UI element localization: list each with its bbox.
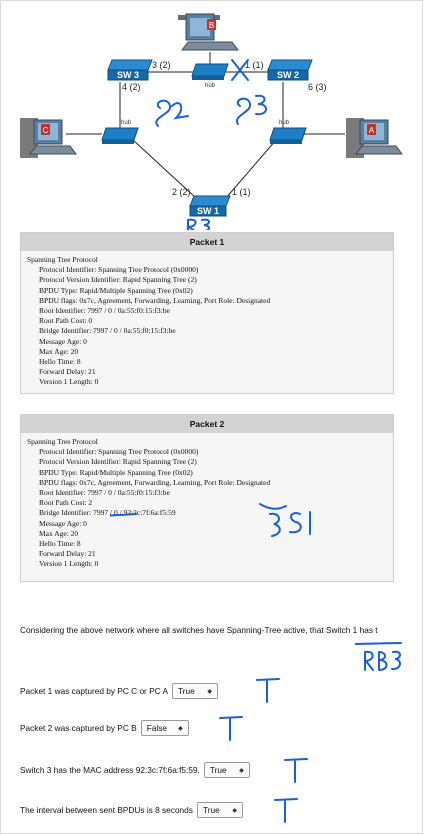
packet-field: Protocol Identifier: Spanning Tree Proto… (39, 265, 199, 275)
select-caret-icon: ◆ (178, 725, 183, 732)
switch-2-icon[interactable]: SW 2 (267, 59, 313, 81)
packet-field: Protocol Identifier: Spanning Tree Proto… (39, 447, 199, 457)
packet-field: Root Identifier: 7997 / 0 / 0a:55:f0:15:… (39, 306, 170, 316)
handwritten-s1-s (289, 512, 302, 534)
question-2-text: Packet 2 was captured by PC B (20, 723, 137, 733)
handwritten-r (364, 650, 374, 671)
packet-field: Max Age: 20 (39, 346, 79, 356)
packet-1-panel: Packet 1 Spanning Tree Protocol Protocol… (20, 232, 394, 394)
question-1-select[interactable]: True ◆ (172, 683, 219, 699)
question-3-value: True (209, 765, 227, 775)
pc-b-label: B (209, 21, 214, 30)
top-hub-icon[interactable]: hub (191, 63, 229, 89)
question-2-mark (219, 716, 243, 741)
packet-1-body: Spanning Tree Protocol Protocol Identifi… (21, 251, 393, 392)
brace-mark (269, 512, 281, 537)
packet-1-header: Packet 1 (21, 233, 393, 251)
sw3-port-down-label: 4 (2) (122, 82, 141, 92)
rb3-overline (355, 642, 402, 645)
question-4-text: The interval between sent BPDUs is 8 sec… (20, 805, 193, 815)
question-4-mark (274, 798, 298, 823)
packet-field: BPDU Type: Rapid/Multiple Spanning Tree … (39, 467, 193, 477)
question-2-select[interactable]: False ◆ (140, 720, 189, 736)
pc-a-label: A (369, 126, 375, 135)
packet-field: Version 1 Length: 0 (39, 377, 99, 387)
handwritten-s3-s (235, 97, 252, 125)
packet-field: Root Path Cost: 0 (39, 316, 93, 326)
right-hub-icon[interactable]: hub (269, 120, 307, 144)
packet-field: Forward Delay: 21 (39, 549, 96, 559)
question-1-mark (256, 678, 280, 703)
select-caret-icon: ◆ (239, 767, 244, 774)
handwritten-s3-3 (255, 94, 267, 116)
root-id-underline (259, 503, 287, 510)
handwritten-3 (391, 650, 401, 671)
handwritten-s2-2 (171, 102, 189, 120)
question-1: Packet 1 was captured by PC C or PC A Tr… (20, 683, 219, 699)
handwritten-s2-s (155, 99, 172, 127)
sw2-port-down-label: 6 (3) (308, 82, 327, 92)
packet-field: Hello Time: 8 (39, 539, 81, 549)
packet-1-title: Spanning Tree Protocol (27, 255, 98, 264)
sw1-port-left-label: 2 (2) (172, 187, 191, 197)
left-hub-label: hub (121, 120, 132, 126)
pc-c-icon[interactable]: C (20, 118, 77, 158)
question-3-text: Switch 3 has the MAC address 92:3c:7f:6a… (20, 765, 200, 775)
packet-field: Protocol Version Identifier: Rapid Spann… (39, 457, 197, 467)
handwritten-b (378, 651, 388, 671)
question-3-select[interactable]: True ◆ (203, 762, 250, 778)
packet-field: BPDU flags: 0x7c, Agreement, Forwarding,… (39, 295, 271, 305)
packet-field: Version 1 Length: 0 (39, 559, 99, 569)
packet-field: Protocol Version Identifier: Rapid Spann… (39, 275, 197, 285)
handwritten-r3-3 (201, 218, 210, 230)
packet-field: Forward Delay: 21 (39, 367, 96, 377)
right-hub-label: hub (279, 120, 290, 126)
switch-2-label: SW 2 (277, 70, 299, 80)
left-hub-icon[interactable]: hub (101, 120, 139, 144)
pc-b-icon[interactable]: B (178, 13, 239, 51)
sw1-port-right-label: 1 (1) (232, 187, 251, 197)
question-2-value: False (146, 723, 167, 733)
pc-a-icon[interactable]: A (346, 118, 403, 158)
question-intro: Considering the above network where all … (20, 625, 378, 635)
question-3: Switch 3 has the MAC address 92:3c:7f:6a… (20, 762, 250, 778)
top-hub-label: hub (205, 83, 216, 89)
switch-3-label: SW 3 (117, 70, 139, 80)
packet-field: Message Age: 0 (39, 336, 87, 346)
network-diagram: B C A hub hub hub SW 3 SW 2 SW 1 3 (2) 4… (20, 13, 403, 230)
question-4-select[interactable]: True ◆ (196, 802, 243, 818)
blocked-port-x-mark (231, 59, 249, 81)
switch-1-icon[interactable]: SW 1 (189, 195, 231, 217)
select-caret-icon: ◆ (207, 688, 213, 695)
switch-3-icon[interactable]: SW 3 (107, 59, 153, 81)
packet-field: BPDU flags: 0x7c, Agreement, Forwarding,… (39, 477, 271, 487)
bridge-id-underline (110, 513, 137, 517)
packet-2-header: Packet 2 (21, 415, 393, 433)
question-3-mark (284, 758, 308, 783)
packet-field: Bridge Identifier: 7997 / 0 / 0a:55:f0:1… (39, 326, 176, 336)
packet-field: Hello Time: 8 (39, 357, 81, 367)
packet-field: BPDU Type: Rapid/Multiple Spanning Tree … (39, 285, 193, 295)
question-4: The interval between sent BPDUs is 8 sec… (20, 802, 243, 818)
select-caret-icon: ◆ (232, 807, 237, 814)
pc-c-label: C (43, 126, 49, 135)
question-4-value: True (202, 805, 220, 815)
question-1-value: True (178, 686, 195, 696)
packet-2-title: Spanning Tree Protocol (27, 437, 98, 446)
question-1-text: Packet 1 was captured by PC C or PC A (20, 686, 169, 696)
rb3-ink (355, 642, 402, 671)
packet-2-ink (110, 503, 311, 537)
handwritten-r3-r (186, 218, 197, 230)
switch-1-label: SW 1 (197, 206, 219, 216)
sw3-port-right-label: 3 (2) (152, 60, 171, 70)
question-2: Packet 2 was captured by PC B False ◆ (20, 720, 189, 736)
